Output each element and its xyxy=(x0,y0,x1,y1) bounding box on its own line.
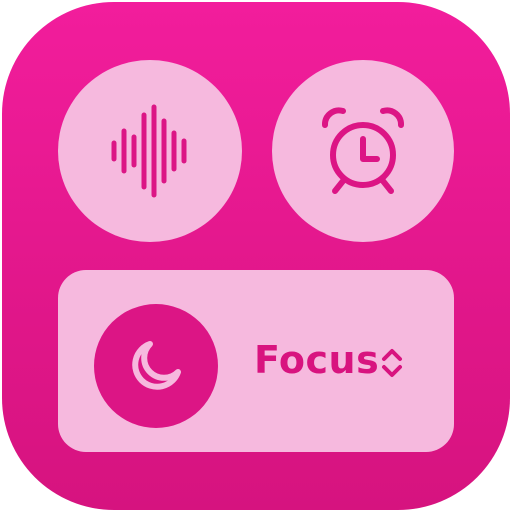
focus-label: Focus xyxy=(254,338,380,382)
voice-memo-button[interactable] xyxy=(58,60,242,242)
alarm-clock-icon xyxy=(315,103,411,199)
focus-toggle-button[interactable] xyxy=(94,304,218,428)
alarm-button[interactable] xyxy=(272,60,454,242)
focus-mode-card[interactable]: Focus xyxy=(58,270,454,452)
waveform-icon xyxy=(110,103,190,199)
app-icon: Focus xyxy=(2,2,510,510)
up-down-chevron-icon[interactable] xyxy=(380,348,404,378)
moon-icon xyxy=(126,336,186,396)
